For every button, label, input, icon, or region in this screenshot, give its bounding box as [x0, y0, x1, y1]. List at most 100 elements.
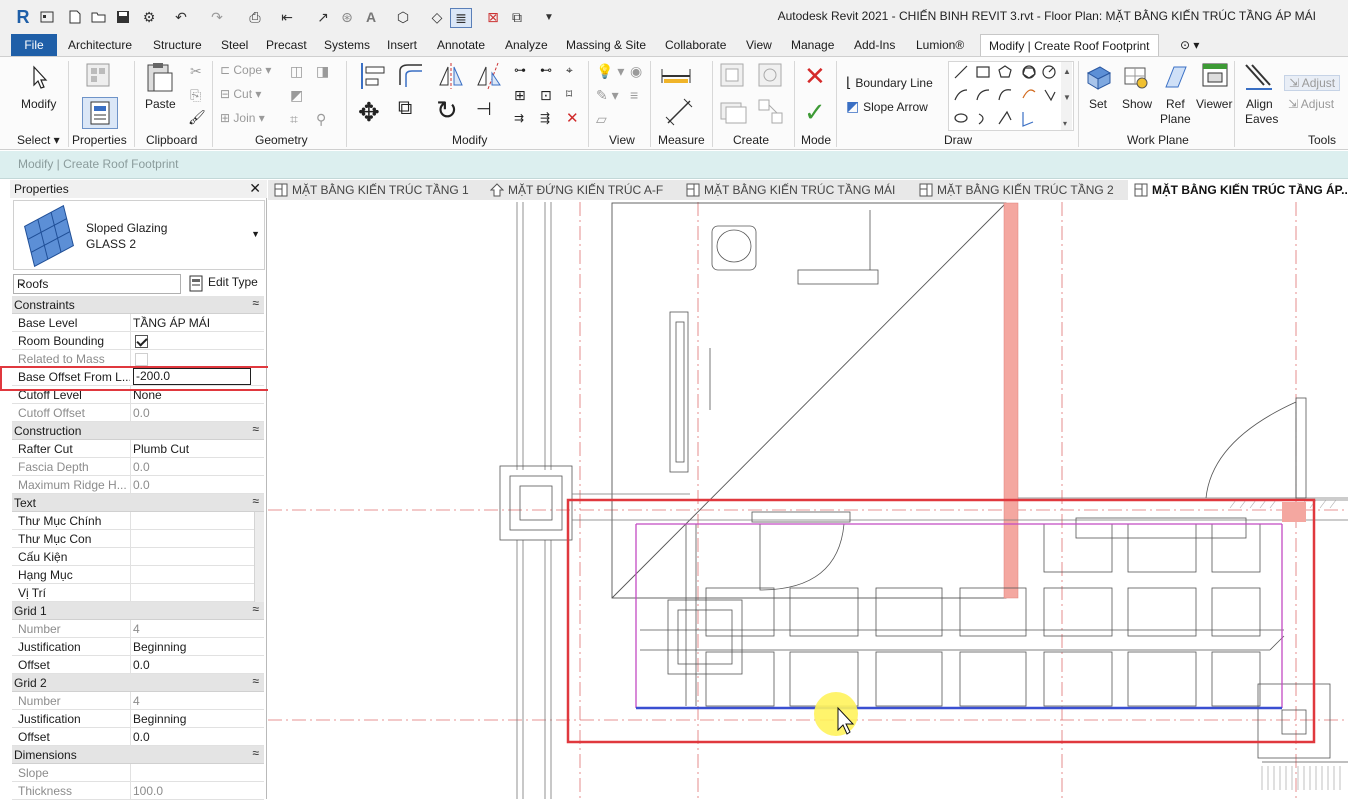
group-construction[interactable]: Construction ≈ — [12, 422, 264, 440]
drawing-canvas[interactable] — [268, 200, 1348, 799]
cut-clipboard-icon[interactable]: ✂ — [190, 63, 202, 80]
row-cutoff-level[interactable]: Cutoff Level None — [12, 386, 264, 404]
create-group-icon[interactable] — [718, 97, 752, 127]
prop-value[interactable]: TẦNG ÁP MÁI — [133, 316, 253, 330]
tab-manage[interactable]: Manage — [791, 34, 834, 56]
view-range-icon[interactable]: ≡ — [630, 87, 638, 103]
properties-icon[interactable] — [82, 97, 118, 129]
close-hidden-icon[interactable]: ⊠ — [484, 8, 502, 26]
demolish-icon[interactable]: ⌗ — [290, 111, 298, 128]
scrollbar[interactable] — [254, 512, 264, 530]
section-icon[interactable]: ◇ — [428, 8, 446, 26]
tab-insert[interactable]: Insert — [387, 34, 417, 56]
trim-single-icon[interactable]: ⇶ — [540, 111, 550, 125]
finish-edit-icon[interactable]: ✓ — [804, 97, 826, 128]
row-vi-tri[interactable]: Vị Trí — [12, 584, 264, 602]
base-offset-input[interactable]: -200.0 — [133, 368, 251, 385]
edit-type-button[interactable]: Edit Type — [187, 274, 265, 294]
row-rafter-cut[interactable]: Rafter Cut Plumb Cut — [12, 440, 264, 458]
create-parts-icon[interactable] — [756, 61, 786, 91]
view-tab-tang-2[interactable]: MẶT BẰNG KIẾN TRÚC TẦNG 2 — [913, 180, 1114, 200]
slope-arrow-button[interactable]: ◩ Slope Arrow — [846, 98, 928, 115]
row-grid1-offset[interactable]: Offset 0.0 — [12, 656, 264, 674]
type-properties-icon[interactable] — [84, 61, 114, 89]
scrollbar[interactable] — [254, 566, 264, 584]
boundary-line-button[interactable]: ⌊ Boundary Line — [846, 74, 933, 91]
set-work-plane-icon[interactable] — [1084, 63, 1112, 91]
dimension-icon[interactable]: ↗ — [314, 8, 332, 26]
row-grid1-justification[interactable]: Justification Beginning — [12, 638, 264, 656]
new-file-icon[interactable] — [66, 8, 84, 26]
show-button[interactable]: Show — [1122, 97, 1152, 111]
delete-icon[interactable]: ✕ — [566, 109, 579, 127]
row-cau-kien[interactable]: Cấu Kiện — [12, 548, 264, 566]
row-thu-muc-chinh[interactable]: Thư Mục Chính — [12, 512, 264, 530]
trim-multiple-icon[interactable]: ⇉ — [514, 111, 524, 125]
cope-button[interactable]: ⊏ Cope ▾ — [220, 63, 271, 77]
prop-value[interactable]: None — [133, 388, 253, 402]
create-similar-icon[interactable] — [756, 97, 786, 127]
scale-icon[interactable]: ⊡ — [540, 87, 552, 104]
tab-systems[interactable]: Systems — [324, 34, 370, 56]
group-text[interactable]: Text ≈ — [12, 494, 264, 512]
align-eaves-label-top[interactable]: Align — [1246, 97, 1273, 111]
align-eaves-label-bottom[interactable]: Eaves — [1245, 112, 1278, 126]
prop-value[interactable]: Plumb Cut — [133, 442, 253, 456]
tab-massing-site[interactable]: Massing & Site — [566, 34, 646, 56]
prop-value[interactable]: 0.0 — [133, 730, 253, 744]
collapse-icon[interactable]: ≈ — [252, 602, 259, 616]
view-tab-tang-1[interactable]: MẶT BẰNG KIẾN TRÚC TẦNG 1 — [268, 180, 469, 200]
tab-steel[interactable]: Steel — [221, 34, 248, 56]
save-icon[interactable] — [114, 8, 132, 26]
set-button[interactable]: Set — [1089, 97, 1107, 111]
category-filter-select[interactable]: Roofs ⌄ — [13, 274, 181, 294]
row-base-level[interactable]: Base Level TẦNG ÁP MÁI — [12, 314, 264, 332]
close-icon[interactable]: ✕ — [249, 180, 261, 197]
tab-collaborate[interactable]: Collaborate — [665, 34, 726, 56]
split-face-icon[interactable]: ◨ — [316, 63, 329, 80]
cancel-edit-icon[interactable]: ✕ — [804, 61, 826, 92]
collapse-icon[interactable]: ≈ — [252, 296, 259, 310]
row-grid2-justification[interactable]: Justification Beginning — [12, 710, 264, 728]
match-type-icon[interactable]: 🖌 — [188, 109, 206, 126]
type-dropdown-icon[interactable]: ▼ — [251, 229, 260, 239]
row-grid2-offset[interactable]: Offset 0.0 — [12, 728, 264, 746]
copy-clipboard-icon[interactable]: ⎘ — [190, 87, 201, 104]
home-icon[interactable] — [38, 8, 56, 26]
tag-icon[interactable]: ⊛ — [338, 8, 356, 26]
prop-value[interactable]: 0.0 — [133, 658, 253, 672]
modify-cursor-icon[interactable] — [30, 65, 50, 91]
group-grid-1[interactable]: Grid 1 ≈ — [12, 602, 264, 620]
view-tab-mat-dung-a-f[interactable]: MẶT ĐỨNG KIẾN TRÚC A-F — [484, 180, 663, 200]
customize-qat-icon[interactable]: ▼ — [540, 8, 558, 26]
text-icon[interactable]: A — [362, 8, 380, 26]
paste-icon[interactable] — [144, 61, 174, 95]
hide-icon[interactable]: 💡 ▾ — [596, 63, 624, 80]
row-base-offset[interactable]: Base Offset From L... -200.0 — [12, 368, 264, 386]
hide-category-icon[interactable]: ◉ — [630, 63, 642, 80]
tab-structure[interactable]: Structure — [153, 34, 202, 56]
viewer-icon[interactable] — [1200, 61, 1230, 91]
view-tab-tang-mai[interactable]: MẶT BẰNG KIẾN TRÚC TẦNG MÁI — [680, 180, 895, 200]
print-icon[interactable]: ⎙ — [246, 8, 264, 26]
pin-icon[interactable]: ⌑ — [566, 87, 572, 101]
cut-geometry-button[interactable]: ⊟ Cut ▾ — [220, 87, 261, 101]
unpin-icon[interactable]: ⌖ — [566, 63, 573, 78]
scrollbar[interactable] — [254, 548, 264, 566]
sync-icon[interactable]: ⚙ — [140, 8, 158, 26]
row-thu-muc-con[interactable]: Thư Mục Con — [12, 530, 264, 548]
row-hang-muc[interactable]: Hạng Mục — [12, 566, 264, 584]
select-dropdown[interactable]: Select ▾ — [17, 133, 60, 147]
group-dimensions[interactable]: Dimensions ≈ — [12, 746, 264, 764]
paint-icon[interactable]: ◩ — [290, 87, 303, 104]
scrollbar[interactable] — [254, 530, 264, 548]
ref-plane-label-bottom[interactable]: Plane — [1160, 112, 1191, 126]
pick-icon[interactable]: ⚲ — [316, 111, 326, 128]
row-room-bounding[interactable]: Room Bounding — [12, 332, 264, 350]
collapse-icon[interactable]: ≈ — [252, 674, 259, 688]
properties-button[interactable]: Properties — [72, 133, 127, 147]
split-gap-icon[interactable]: ⊷ — [540, 63, 552, 77]
split-element-icon[interactable]: ⊶ — [514, 63, 526, 77]
tab-modify-create-roof-footprint[interactable]: Modify | Create Roof Footprint — [980, 34, 1159, 56]
adjust-boundary-button[interactable]: ⇲ Adjust — [1288, 97, 1334, 111]
